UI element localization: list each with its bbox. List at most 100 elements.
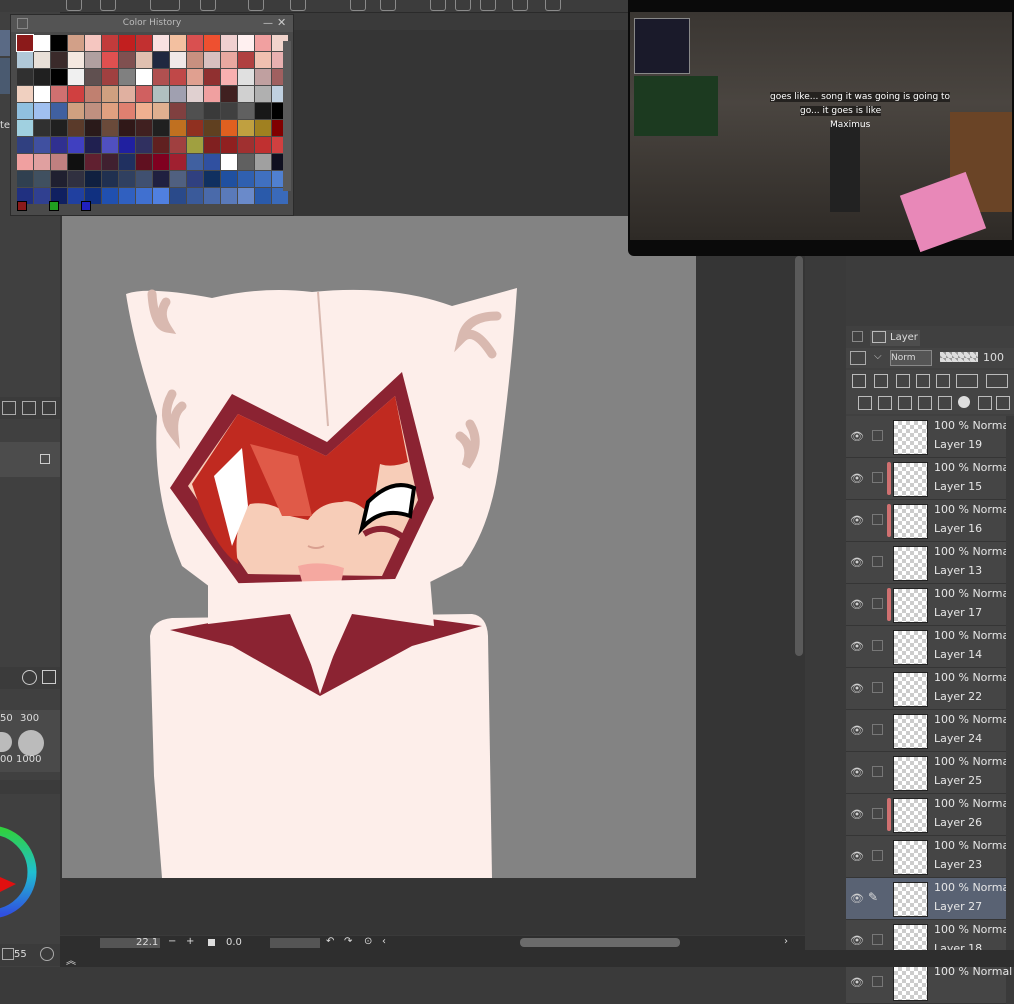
layer-name[interactable]: Layer 26 — [934, 816, 982, 829]
color-swatch[interactable] — [153, 154, 169, 170]
color-swatch[interactable] — [85, 154, 101, 170]
color-swatch[interactable] — [34, 154, 50, 170]
color-swatch[interactable] — [102, 120, 118, 136]
color-swatch[interactable] — [34, 137, 50, 153]
color-swatch[interactable] — [153, 86, 169, 102]
zoom-value[interactable]: 22.1 — [136, 937, 158, 948]
layer-thumbnail[interactable] — [893, 672, 928, 707]
color-swatch[interactable] — [238, 188, 254, 204]
color-swatch[interactable] — [255, 35, 271, 51]
brush-size-label[interactable]: 00 — [0, 754, 13, 765]
clock-icon[interactable] — [22, 670, 37, 685]
layer-thumbnail[interactable] — [893, 420, 928, 455]
color-swatch[interactable] — [34, 52, 50, 68]
color-swatch[interactable] — [238, 69, 254, 85]
mask-icon[interactable] — [936, 374, 950, 388]
color-swatch[interactable] — [170, 52, 186, 68]
color-swatch[interactable] — [102, 86, 118, 102]
eye-icon[interactable]: 👁 — [850, 724, 864, 737]
brush-size-dot[interactable] — [0, 732, 12, 752]
color-swatch[interactable] — [119, 52, 135, 68]
swatch-scrollbar[interactable] — [283, 41, 291, 191]
brush-size-label[interactable]: 50 — [0, 713, 13, 724]
color-swatch[interactable] — [51, 52, 67, 68]
lock-toggle[interactable] — [872, 514, 883, 525]
color-swatch[interactable] — [85, 69, 101, 85]
color-swatch[interactable] — [119, 86, 135, 102]
color-swatch[interactable] — [170, 188, 186, 204]
color-swatch[interactable] — [187, 154, 203, 170]
wrench-icon[interactable] — [42, 670, 56, 684]
color-swatch[interactable] — [136, 86, 152, 102]
color-swatch[interactable] — [85, 86, 101, 102]
layer-name[interactable]: Layer 23 — [934, 858, 982, 871]
eye-icon[interactable]: 👁 — [850, 682, 864, 695]
eye-icon[interactable]: 👁 — [850, 514, 864, 527]
layer-thumbnail[interactable] — [893, 504, 928, 539]
chevron-down-icon[interactable]: ⌵ — [874, 351, 882, 362]
toolbar-icon[interactable] — [248, 0, 264, 11]
layer-row[interactable]: 👁 100 % Normal — [846, 962, 1012, 1004]
color-swatch[interactable] — [68, 69, 84, 85]
vertical-scrollbar[interactable] — [795, 256, 803, 656]
color-swatch[interactable] — [187, 52, 203, 68]
color-swatch[interactable] — [187, 171, 203, 187]
new-folder-icon[interactable] — [898, 396, 912, 410]
color-swatch[interactable] — [102, 171, 118, 187]
lock-toggle[interactable] — [872, 640, 883, 651]
color-swatch[interactable] — [16, 34, 34, 52]
color-swatch[interactable] — [170, 154, 186, 170]
brush-size-dot[interactable] — [18, 730, 44, 756]
color-swatch[interactable] — [221, 86, 237, 102]
toolbar-icon[interactable] — [430, 0, 446, 11]
color-swatch[interactable] — [17, 103, 33, 119]
color-swatch[interactable] — [51, 171, 67, 187]
color-swatch[interactable] — [238, 120, 254, 136]
color-swatch[interactable] — [187, 69, 203, 85]
tab-layer[interactable]: Layer — [870, 330, 920, 346]
layer-row[interactable]: 👁 100 % Normal Layer 16 — [846, 500, 1012, 542]
color-swatch[interactable] — [153, 35, 169, 51]
mask-add-icon[interactable] — [958, 396, 970, 408]
lock-toggle[interactable] — [872, 430, 883, 441]
tool-button[interactable] — [0, 30, 10, 56]
lock-toggle[interactable] — [872, 682, 883, 693]
blend-mode-select[interactable]: Norm — [890, 350, 932, 366]
color-swatch[interactable] — [170, 120, 186, 136]
color-swatch[interactable] — [68, 137, 84, 153]
color-swatch[interactable] — [119, 154, 135, 170]
toolbar-icon[interactable] — [455, 0, 471, 11]
color-swatch[interactable] — [136, 120, 152, 136]
layer-name[interactable]: Layer 14 — [934, 648, 982, 661]
hide-ruler-icon[interactable] — [986, 374, 1008, 388]
color-swatch[interactable] — [136, 52, 152, 68]
zoom-out-button[interactable]: − — [168, 936, 176, 947]
toolbar-icon[interactable] — [200, 0, 216, 11]
color-swatch[interactable] — [170, 35, 186, 51]
scroll-right-icon[interactable]: › — [784, 936, 788, 947]
transfer-icon[interactable] — [918, 396, 932, 410]
color-swatch[interactable] — [136, 103, 152, 119]
color-swatch[interactable] — [85, 120, 101, 136]
color-swatch[interactable] — [204, 171, 220, 187]
color-swatch[interactable] — [255, 103, 271, 119]
layer-thumbnail[interactable] — [893, 798, 928, 833]
color-swatch[interactable] — [136, 154, 152, 170]
merge-icon[interactable] — [938, 396, 952, 410]
color-swatch[interactable] — [68, 35, 84, 51]
reset-icon[interactable]: ⊙ — [364, 936, 372, 947]
eye-icon[interactable]: 👁 — [850, 808, 864, 821]
new-raster-layer-icon[interactable] — [858, 396, 872, 410]
color-swatch[interactable] — [170, 69, 186, 85]
color-swatch[interactable] — [17, 137, 33, 153]
color-swatch[interactable] — [17, 154, 33, 170]
expand-icon[interactable] — [2, 948, 14, 960]
color-swatch[interactable] — [187, 188, 203, 204]
color-swatch[interactable] — [153, 120, 169, 136]
color-swatch[interactable] — [136, 35, 152, 51]
close-icon[interactable]: ✕ — [277, 16, 286, 29]
color-swatch[interactable] — [85, 52, 101, 68]
color-swatch[interactable] — [221, 120, 237, 136]
color-swatch[interactable] — [102, 52, 118, 68]
target-icon[interactable] — [40, 947, 54, 961]
